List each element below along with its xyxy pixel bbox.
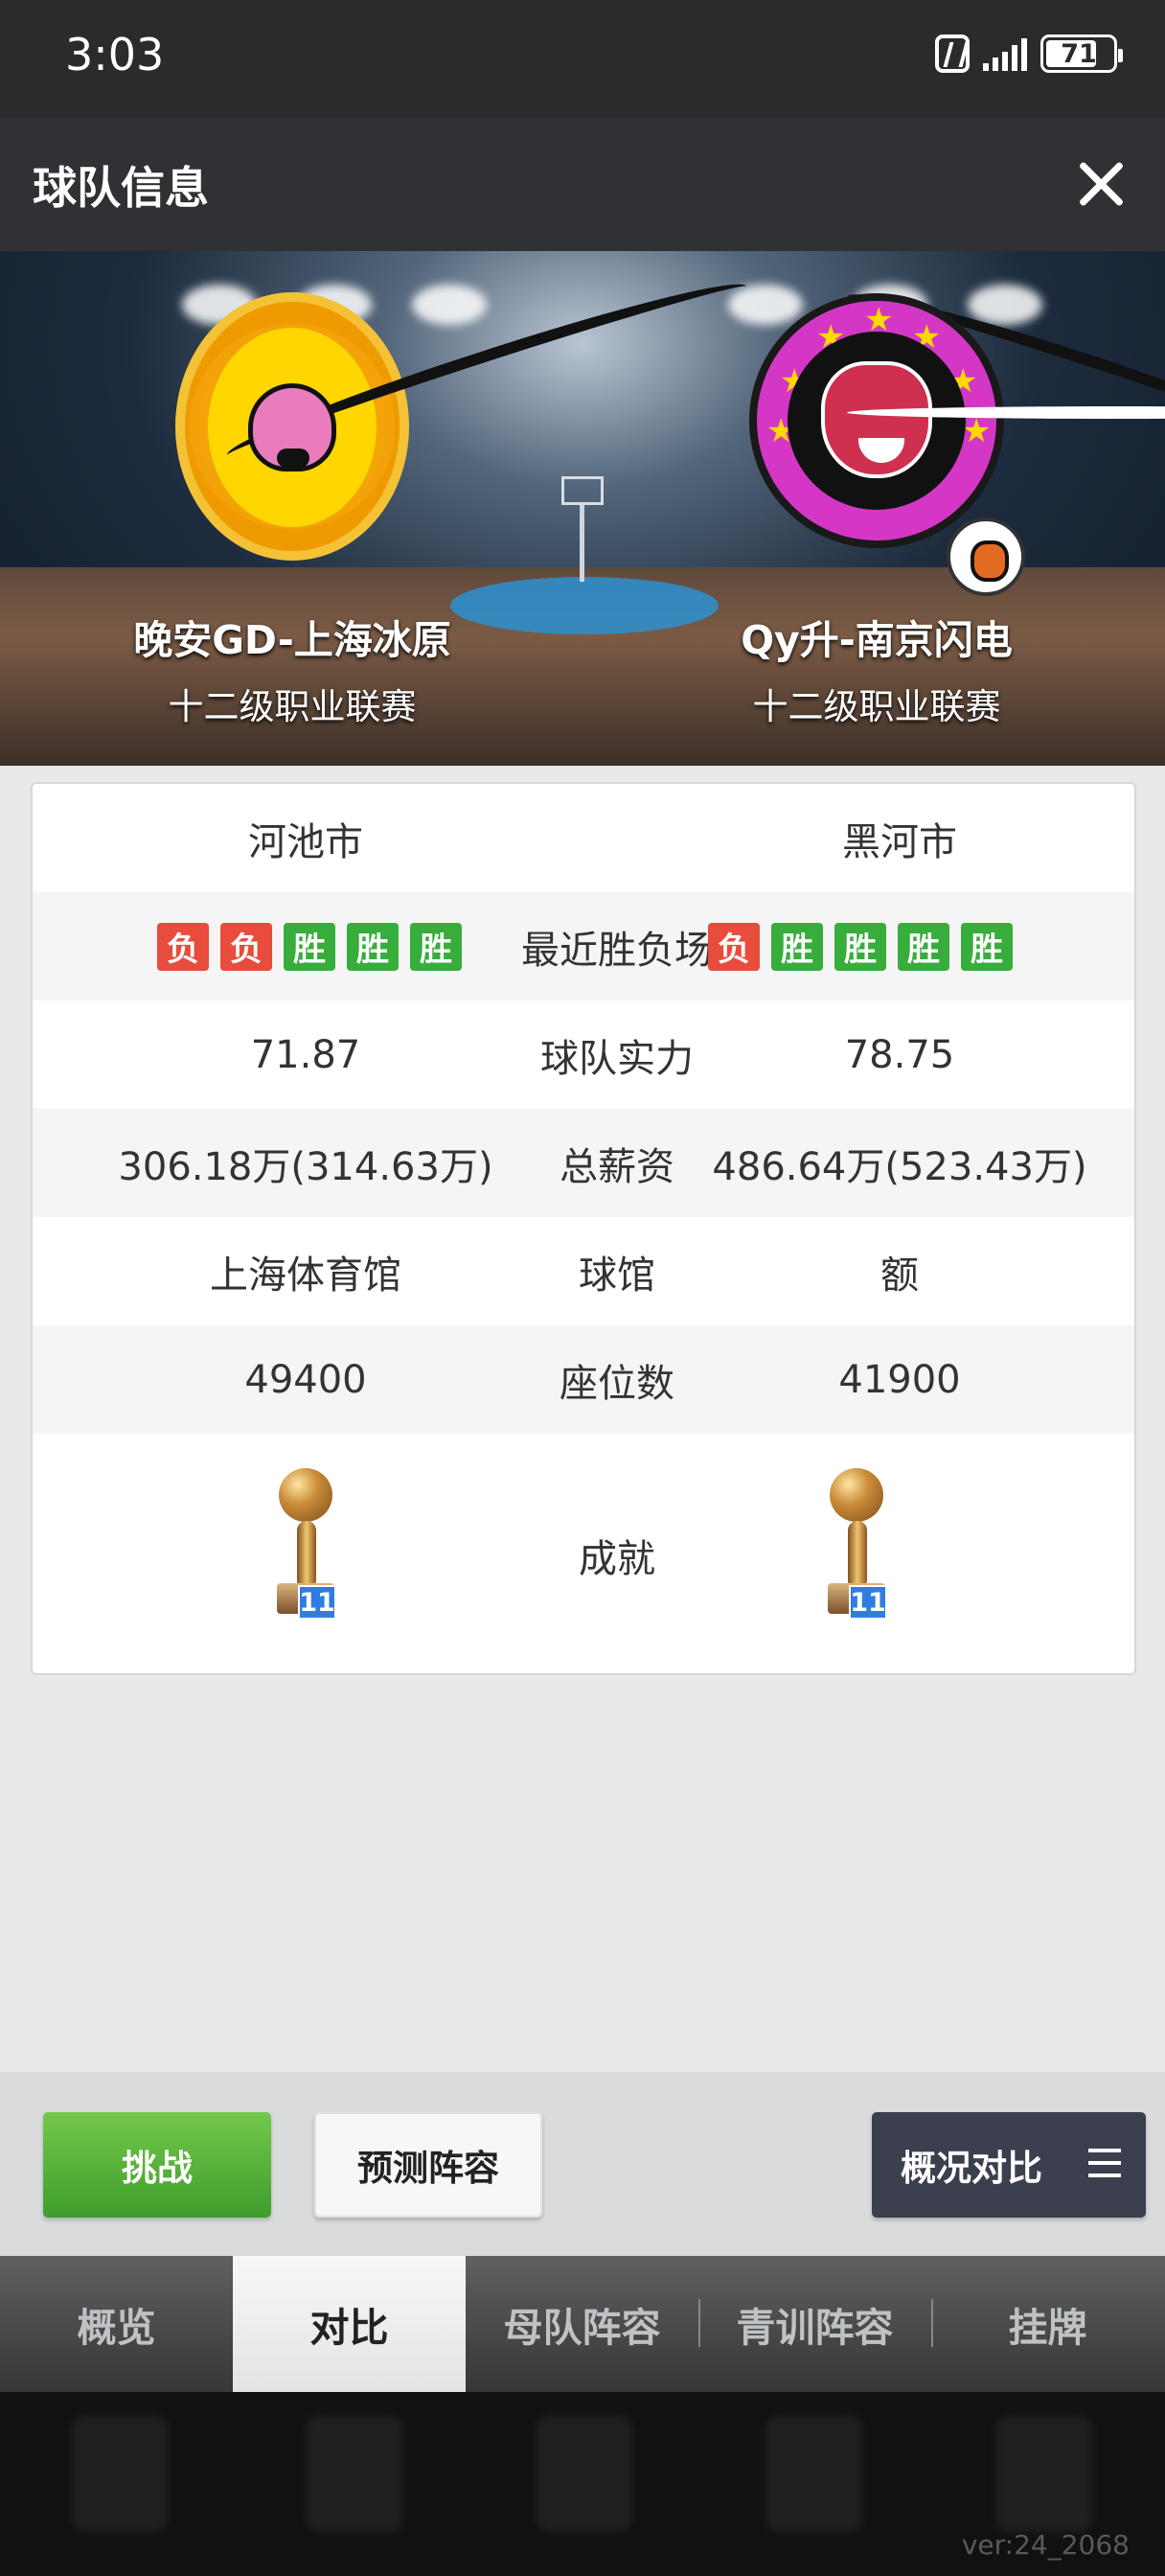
result-badge: 负 bbox=[220, 922, 272, 971]
achievements-label: 成就 bbox=[579, 1536, 655, 1581]
page-title: 球队信息 bbox=[33, 162, 209, 214]
home-city: 河池市 bbox=[248, 819, 363, 864]
tiger-mini-icon bbox=[947, 518, 1025, 596]
away-city: 黑河市 bbox=[842, 819, 957, 864]
away-recent-results: 负 胜 胜 胜 胜 bbox=[708, 892, 1024, 1000]
away-salary: 486.64万(523.43万) bbox=[712, 1144, 1087, 1189]
result-badge: 负 bbox=[708, 922, 760, 971]
version-label: ver:24_2068 bbox=[961, 2529, 1130, 2561]
battery-level: 71 bbox=[1061, 39, 1097, 69]
away-trophy-count: 11 bbox=[849, 1585, 887, 1620]
status-time: 3:03 bbox=[65, 29, 165, 80]
city-row: 河池市 黑河市 bbox=[33, 784, 1134, 892]
menu-icon bbox=[1088, 2149, 1121, 2177]
tab-overview[interactable]: 概览 bbox=[0, 2256, 233, 2392]
home-strength: 71.87 bbox=[250, 1032, 361, 1077]
overview-compare-label: 概况对比 bbox=[901, 2148, 1042, 2189]
tab-compare[interactable]: 对比 bbox=[233, 2256, 466, 2392]
away-arena: 额 bbox=[880, 1253, 919, 1298]
background-navigation: ver:24_2068 bbox=[0, 2392, 1165, 2576]
predict-lineup-button[interactable]: 预测阵容 bbox=[314, 2112, 542, 2218]
result-badge: 胜 bbox=[898, 922, 949, 971]
status-bar: 3:03 71 bbox=[0, 0, 1165, 117]
team-banner: ★ ★ ★ ★ ★ ★ ★ 晚安GD-上海冰原 十二级职业联赛 Qy升-南京闪电… bbox=[0, 251, 1165, 766]
tab-listing[interactable]: 挂牌 bbox=[931, 2256, 1164, 2392]
home-trophy-count: 11 bbox=[298, 1585, 336, 1620]
arena-row: 上海体育馆 球馆 额 bbox=[33, 1217, 1134, 1325]
challenge-button[interactable]: 挑战 bbox=[43, 2112, 271, 2218]
away-strength: 78.75 bbox=[844, 1032, 955, 1077]
away-team-name: Qy升-南京闪电 bbox=[741, 617, 1013, 663]
salary-row: 306.18万(314.63万) 总薪资 486.64万(523.43万) bbox=[33, 1109, 1134, 1217]
seats-row: 49400 座位数 41900 bbox=[33, 1325, 1134, 1434]
result-badge: 胜 bbox=[410, 922, 462, 971]
status-icons: 71 bbox=[935, 34, 1123, 73]
tab-bar: 概览 对比 母队阵容 青训阵容 挂牌 bbox=[0, 2256, 1165, 2392]
result-badge: 胜 bbox=[771, 922, 823, 971]
away-team-league: 十二级职业联赛 bbox=[752, 686, 1001, 727]
tiger-logo: ★ ★ ★ ★ ★ ★ ★ bbox=[749, 293, 1165, 596]
home-salary: 306.18万(314.63万) bbox=[118, 1144, 493, 1189]
home-seats: 49400 bbox=[244, 1357, 367, 1402]
strength-row: 71.87 球队实力 78.75 bbox=[33, 1000, 1134, 1109]
nfc-icon bbox=[935, 34, 970, 73]
home-arena: 上海体育馆 bbox=[210, 1253, 401, 1298]
overview-compare-button[interactable]: 概况对比 bbox=[872, 2112, 1146, 2218]
result-badge: 胜 bbox=[961, 922, 1013, 971]
home-team-league: 十二级职业联赛 bbox=[168, 686, 417, 727]
result-badge: 胜 bbox=[284, 922, 335, 971]
hoop-pole bbox=[580, 505, 584, 582]
home-team-name: 晚安GD-上海冰原 bbox=[133, 617, 451, 663]
result-badge: 负 bbox=[157, 922, 209, 971]
recent-results-row: 负 负 胜 胜 胜 最近胜负场 负 胜 胜 胜 胜 bbox=[33, 892, 1134, 1000]
away-seats: 41900 bbox=[838, 1357, 961, 1402]
away-trophy-icon: 11 bbox=[818, 1468, 895, 1623]
tab-main-roster[interactable]: 母队阵容 bbox=[466, 2256, 698, 2392]
action-bar: 挑战 预测阵容 概况对比 bbox=[0, 2072, 1165, 2256]
recent-results-label: 最近胜负场 bbox=[521, 928, 713, 973]
result-badge: 胜 bbox=[347, 922, 399, 971]
bull-logo bbox=[175, 266, 1165, 561]
basketball-hoop-icon bbox=[561, 476, 604, 505]
app-header: 球队信息 bbox=[0, 117, 1165, 251]
tab-youth-roster[interactable]: 青训阵容 bbox=[698, 2256, 931, 2392]
home-recent-results: 负 负 胜 胜 胜 bbox=[157, 892, 473, 1000]
achievements-row: 11 成就 11 bbox=[33, 1434, 1134, 1673]
comparison-panel: 河池市 黑河市 负 负 胜 胜 胜 最近胜负场 负 胜 胜 胜 胜 71.87 … bbox=[31, 782, 1136, 1675]
signal-icon bbox=[983, 36, 1027, 71]
close-icon[interactable] bbox=[1075, 159, 1125, 209]
battery-icon: 71 bbox=[1040, 34, 1123, 73]
result-badge: 胜 bbox=[834, 922, 886, 971]
home-trophy-icon: 11 bbox=[267, 1468, 344, 1623]
court-circle bbox=[450, 577, 719, 634]
